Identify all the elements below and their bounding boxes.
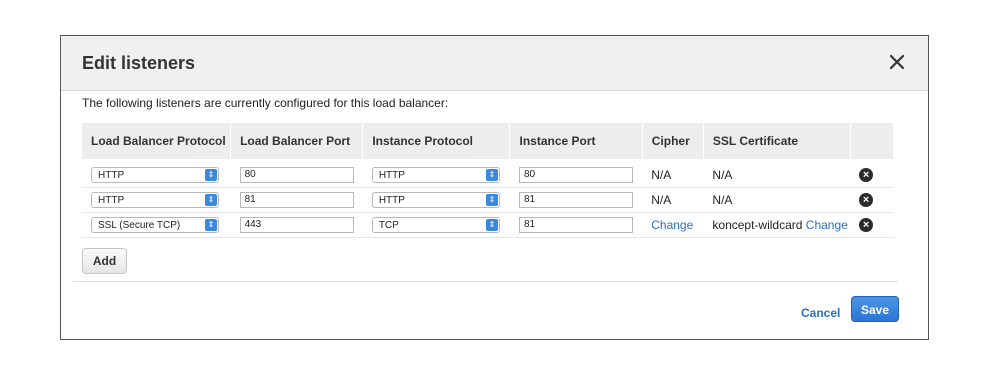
save-button[interactable]: Save — [851, 296, 899, 322]
select-value: HTTP — [98, 170, 125, 181]
ssl-certificate-change-link[interactable]: Change — [806, 218, 848, 232]
cipher-value: N/A — [642, 159, 704, 188]
table-row: HTTP ⇕ 81 HTTP ⇕ 81 N/A N/A × — [82, 187, 894, 213]
select-value: HTTP — [378, 195, 405, 206]
header-actions — [850, 123, 895, 159]
ssl-certificate-value: koncept-wildcard — [712, 218, 803, 232]
footer-divider — [73, 281, 898, 282]
select-arrows-icon: ⇕ — [205, 219, 217, 231]
ssl-certificate-value: N/A — [703, 187, 851, 213]
add-button[interactable]: Add — [82, 248, 127, 274]
ssl-certificate-value: N/A — [703, 159, 851, 188]
cipher-value: N/A — [642, 187, 704, 213]
select-arrows-icon: ⇕ — [485, 169, 498, 181]
instance-protocol-select[interactable]: TCP ⇕ — [371, 217, 500, 233]
header-instance-port: Instance Port — [509, 123, 643, 159]
dialog-title: Edit listeners — [82, 53, 196, 73]
select-arrows-icon: ⇕ — [485, 194, 498, 206]
remove-circle-icon[interactable]: × — [859, 218, 874, 232]
lb-port-input[interactable]: 80 — [239, 167, 354, 183]
close-icon[interactable] — [888, 53, 906, 71]
lb-protocol-select[interactable]: HTTP ⇕ — [91, 192, 219, 208]
intro-text: The following listeners are currently co… — [82, 96, 449, 110]
table-row: HTTP ⇕ 80 HTTP ⇕ 80 N/A N/A × — [82, 159, 894, 188]
select-arrows-icon: ⇕ — [485, 219, 498, 231]
lb-port-input[interactable]: 443 — [239, 217, 354, 233]
instance-port-input[interactable]: 80 — [518, 167, 633, 183]
cancel-button[interactable]: Cancel — [801, 306, 840, 320]
instance-port-input[interactable]: 81 — [518, 217, 633, 233]
select-arrows-icon: ⇕ — [205, 169, 217, 181]
select-arrows-icon: ⇕ — [205, 194, 217, 206]
instance-protocol-select[interactable]: HTTP ⇕ — [371, 167, 500, 183]
select-value: SSL (Secure TCP) — [98, 220, 181, 231]
lb-protocol-select[interactable]: SSL (Secure TCP) ⇕ — [91, 217, 219, 233]
lb-port-input[interactable]: 81 — [239, 192, 354, 208]
header-instance-protocol: Instance Protocol — [362, 123, 511, 159]
table-row: SSL (Secure TCP) ⇕ 443 TCP ⇕ 81 Change kon… — [82, 212, 894, 238]
select-value: HTTP — [98, 195, 125, 206]
header-lb-protocol: Load Balancer Protocol — [82, 123, 232, 159]
lb-protocol-select[interactable]: HTTP ⇕ — [91, 167, 219, 183]
instance-protocol-select[interactable]: HTTP ⇕ — [371, 192, 500, 208]
listeners-table: Load Balancer Protocol Load Balancer Por… — [82, 123, 895, 238]
table-header-row: Load Balancer Protocol Load Balancer Por… — [82, 123, 895, 159]
remove-circle-icon[interactable]: × — [859, 168, 874, 182]
header-ssl-certificate: SSL Certificate — [703, 123, 851, 159]
edit-listeners-dialog: Edit listeners The following listeners a… — [60, 35, 929, 340]
select-value: TCP — [378, 220, 399, 231]
header-lb-port: Load Balancer Port — [230, 123, 364, 159]
remove-circle-icon[interactable]: × — [859, 193, 874, 207]
dialog-header: Edit listeners — [61, 36, 928, 91]
header-cipher: Cipher — [642, 123, 704, 159]
select-value: HTTP — [378, 170, 405, 181]
instance-port-input[interactable]: 81 — [518, 192, 633, 208]
cipher-change-link[interactable]: Change — [651, 218, 693, 232]
